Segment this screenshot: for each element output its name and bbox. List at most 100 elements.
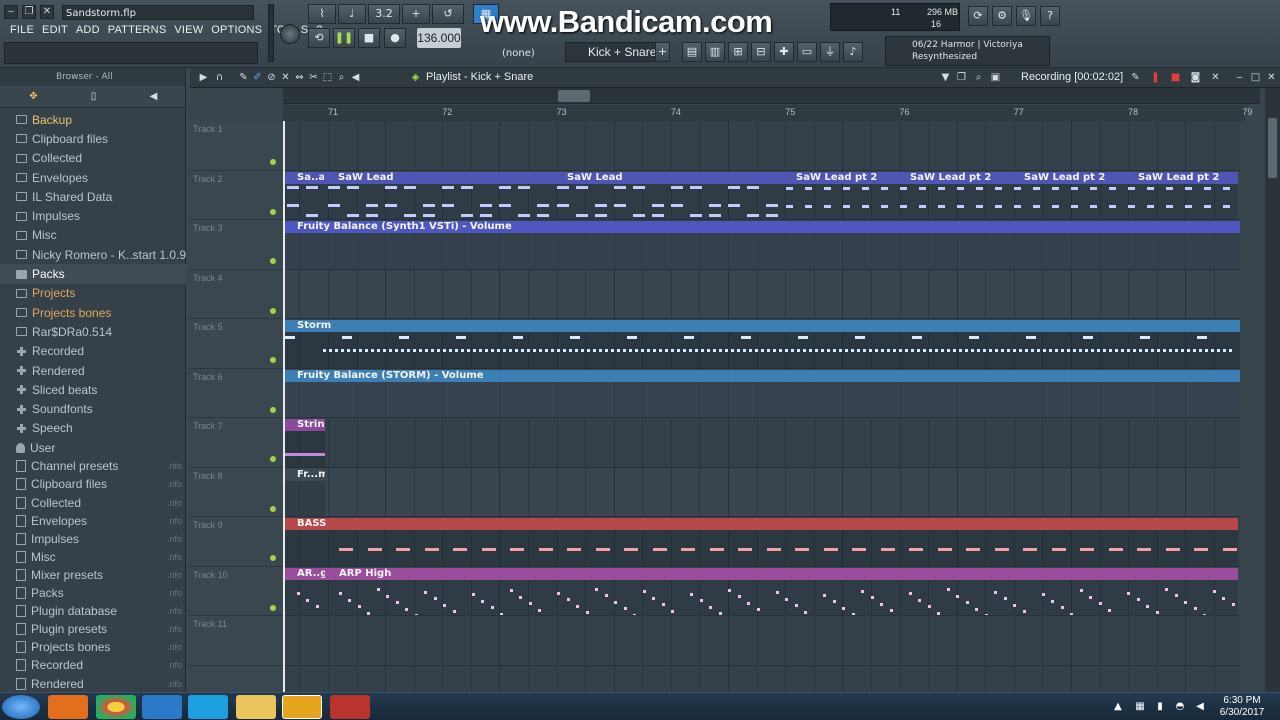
- tray-wifi-icon[interactable]: ◓: [1174, 701, 1186, 713]
- detach-icon[interactable]: ❐: [956, 72, 967, 83]
- file-explorer-icon[interactable]: [236, 695, 276, 719]
- tray-network-icon[interactable]: ▦: [1134, 701, 1146, 713]
- close-button[interactable]: ✕: [40, 5, 54, 19]
- track-lane[interactable]: [283, 616, 1240, 666]
- browser-nfo-item[interactable]: Mixer presets .nfo: [0, 566, 186, 584]
- browser-item[interactable]: Sliced beats: [0, 380, 186, 399]
- slice-tool-icon[interactable]: ✂: [308, 72, 319, 83]
- pattern-clip[interactable]: Sa..ad: [283, 171, 324, 219]
- track-header[interactable]: Track 6: [190, 369, 283, 418]
- browser-nfo-item[interactable]: Clipboard files .nfo: [0, 475, 186, 493]
- zoom-tool-icon[interactable]: ⌕: [336, 72, 347, 83]
- playlist-maximize-icon[interactable]: □: [1250, 72, 1261, 83]
- browser-item[interactable]: Speech: [0, 419, 186, 438]
- close-rec-icon[interactable]: ✕: [1210, 72, 1221, 83]
- browser-file-icon[interactable]: ▯: [88, 91, 99, 102]
- browser-item[interactable]: Backup: [0, 110, 186, 129]
- bandicam-icon[interactable]: [330, 695, 370, 719]
- tempo-display[interactable]: 136.000: [417, 28, 461, 48]
- tray-volume-icon[interactable]: ◀: [1194, 701, 1206, 713]
- track-header[interactable]: Track 10: [190, 567, 283, 616]
- browser-item[interactable]: Clipboard files: [0, 129, 186, 148]
- browser-sort-icon[interactable]: ✥: [28, 91, 39, 102]
- pattern-clip[interactable]: Fruity Balance (Synth1 VSTi) - Volume: [283, 221, 1240, 269]
- browser-item[interactable]: Collected: [0, 149, 186, 168]
- news-panel[interactable]: 06/22 Harmor | Victoriya Resynthesized: [885, 36, 1050, 66]
- master-volume-slider[interactable]: [268, 4, 274, 62]
- menu-add[interactable]: ADD: [72, 22, 104, 38]
- help-icon[interactable]: ?: [1040, 6, 1060, 26]
- horizontal-scroll-thumb[interactable]: [558, 90, 590, 102]
- browser-nfo-item[interactable]: Misc .nfo: [0, 548, 186, 566]
- pattern-clip[interactable]: SaW Lead pt 2: [782, 171, 896, 219]
- track-lane[interactable]: [283, 418, 1240, 468]
- slip-tool-icon[interactable]: ⇔: [294, 72, 305, 83]
- screenshot-icon[interactable]: ▣: [990, 72, 1001, 83]
- vertical-scroll-thumb[interactable]: [1268, 118, 1277, 178]
- browser-item[interactable]: IL Shared Data: [0, 187, 186, 206]
- browser-nfo-item[interactable]: Packs .nfo: [0, 584, 186, 602]
- track-active-led[interactable]: [270, 456, 276, 462]
- tray-expand-icon[interactable]: ▲: [1112, 701, 1124, 713]
- cpu-icon[interactable]: ⚙: [992, 6, 1012, 26]
- wait-input-icon[interactable]: ↺: [432, 4, 464, 24]
- channel-rack-icon[interactable]: ⊞: [728, 42, 748, 62]
- draw-tool-icon[interactable]: ✎: [238, 72, 249, 83]
- magnet-icon[interactable]: ∩: [214, 72, 225, 83]
- channel-target-label[interactable]: (none): [502, 48, 535, 59]
- playlist-minimize-icon[interactable]: ‒: [1234, 72, 1245, 83]
- skype-icon[interactable]: [188, 695, 228, 719]
- delete-tool-icon[interactable]: ⊘: [266, 72, 277, 83]
- pause-rec-icon[interactable]: ❚: [1150, 72, 1161, 83]
- refresh-icon[interactable]: ⟳: [968, 6, 988, 26]
- browser-nfo-item[interactable]: Projects bones .nfo: [0, 638, 186, 656]
- browser-item[interactable]: Rar$DRa0.514: [0, 322, 186, 341]
- pattern-clip[interactable]: BASS: [283, 518, 1238, 566]
- browser-item[interactable]: User: [0, 438, 186, 457]
- menu-edit[interactable]: EDIT: [38, 22, 72, 38]
- track-active-led[interactable]: [270, 604, 276, 611]
- track-active-led[interactable]: [270, 208, 276, 215]
- track-lane[interactable]: [283, 121, 1240, 171]
- browser-nfo-item[interactable]: Rendered .nfo: [0, 674, 186, 692]
- pattern-clip[interactable]: Fr...me: [283, 468, 325, 516]
- loop-icon[interactable]: ⟲: [308, 28, 330, 48]
- browser-item[interactable]: Packs: [0, 264, 186, 284]
- menu-file[interactable]: FILE: [6, 22, 38, 38]
- pattern-clip[interactable]: ARP High: [325, 567, 1238, 615]
- mixer-icon[interactable]: ⊟: [751, 42, 771, 62]
- menu-options[interactable]: OPTIONS: [207, 22, 266, 38]
- track-header[interactable]: Track 7: [190, 418, 283, 468]
- microphone-icon[interactable]: 🎙: [1016, 6, 1036, 26]
- stop-rec-icon[interactable]: ■: [1170, 72, 1181, 83]
- playback-tool-icon[interactable]: ◀: [350, 72, 361, 83]
- pattern-clip[interactable]: Strings: [283, 419, 325, 467]
- select-tool-icon[interactable]: ⬚: [322, 72, 333, 83]
- track-header[interactable]: Track 11: [190, 616, 283, 666]
- track-header[interactable]: Track 2: [190, 171, 283, 220]
- pattern-clip[interactable]: SaW Lead: [324, 171, 553, 219]
- track-active-led[interactable]: [270, 406, 276, 413]
- browser-nfo-item[interactable]: Impulses .nfo: [0, 530, 186, 548]
- playlist-icon[interactable]: ▤: [682, 42, 702, 62]
- media-player-icon[interactable]: [48, 695, 88, 719]
- plugin-picker-icon[interactable]: ✚: [774, 42, 794, 62]
- mute-tool-icon[interactable]: ✕: [280, 72, 291, 83]
- browser-nfo-item[interactable]: Envelopes .nfo: [0, 512, 186, 530]
- track-active-led[interactable]: [270, 357, 276, 363]
- track-header[interactable]: Track 8: [190, 468, 283, 517]
- track-active-led[interactable]: [270, 505, 276, 512]
- pause-button[interactable]: ❚❚: [333, 28, 355, 48]
- browser-nfo-item[interactable]: Plugin database .nfo: [0, 602, 186, 620]
- playhead[interactable]: [283, 121, 285, 692]
- arrangement-grid[interactable]: Sa..adSaW LeadSaW LeadSaW Lead pt 2SaW L…: [283, 121, 1240, 692]
- pattern-clip[interactable]: Storm: [283, 320, 1240, 368]
- tray-signal-icon[interactable]: ▮: [1154, 701, 1166, 713]
- audio-icon[interactable]: ♪: [843, 42, 863, 62]
- add-pattern-icon[interactable]: +: [655, 42, 670, 62]
- browser-item[interactable]: Projects: [0, 284, 186, 303]
- track-header[interactable]: Track 1: [190, 121, 283, 171]
- track-header[interactable]: Track 3: [190, 220, 283, 270]
- time-ruler[interactable]: 71 72 73 74 75 76 77 78 79: [283, 105, 1252, 121]
- pattern-clip[interactable]: SaW Lead: [553, 171, 782, 219]
